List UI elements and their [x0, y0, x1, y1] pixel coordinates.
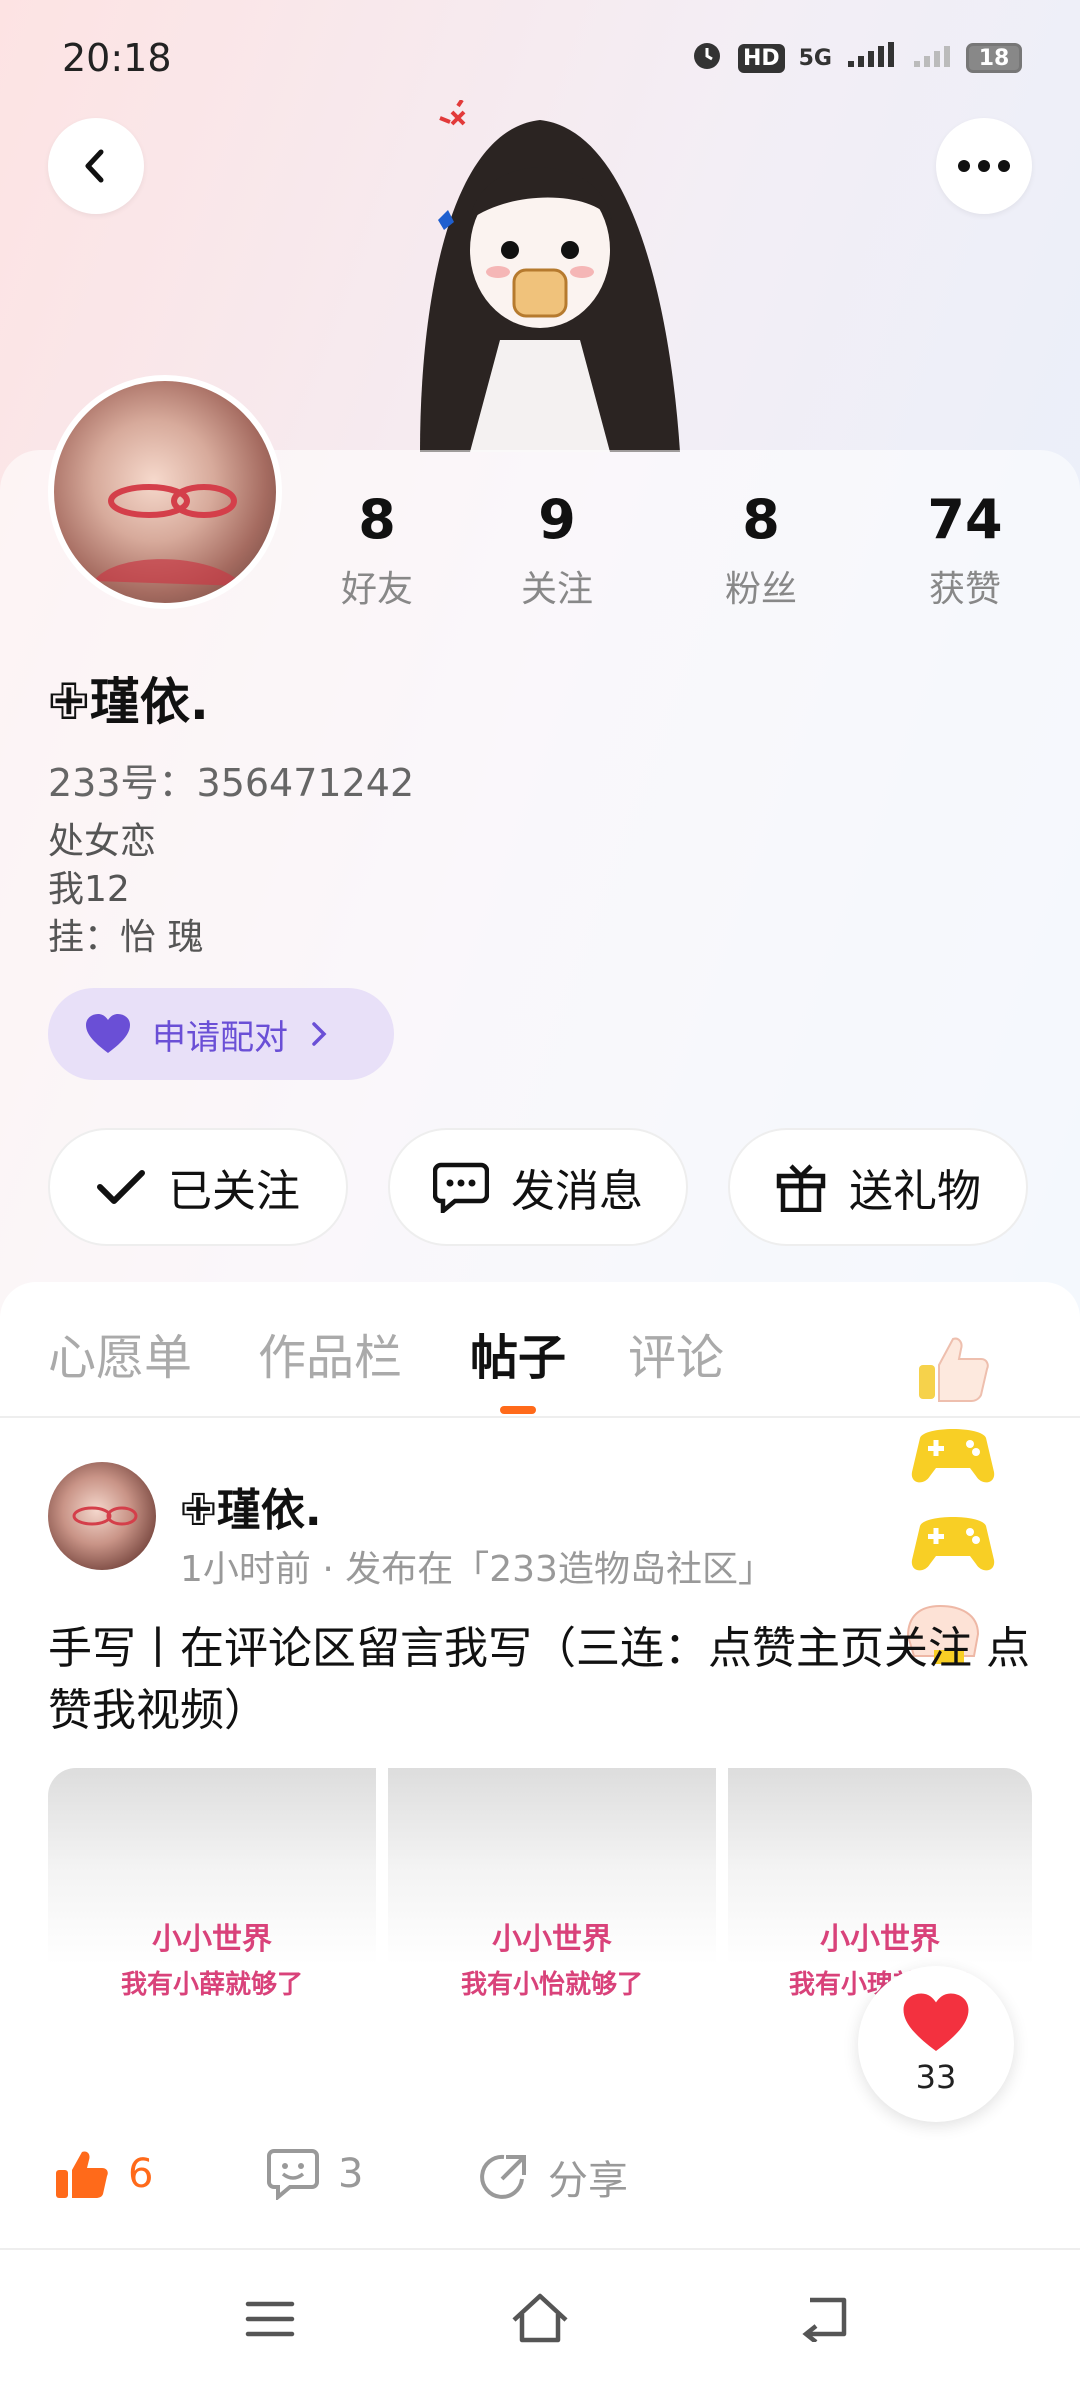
tab-indicator	[500, 1406, 536, 1414]
stat-following[interactable]: 9 关注	[477, 488, 637, 612]
thumbs-up-icon	[919, 1337, 989, 1402]
profile-name: ✙瑾依.	[48, 673, 209, 731]
gift-label: 送礼物	[849, 1166, 981, 1217]
post-share-label: 分享	[548, 2158, 628, 2204]
signal2-icon	[912, 41, 952, 75]
chevron-right-icon	[312, 1022, 327, 1046]
gamepad-sticker[interactable]	[908, 1498, 998, 1588]
heart-icon	[86, 1014, 130, 1053]
gamepad-icon	[911, 1429, 995, 1483]
message-label: 发消息	[511, 1166, 643, 1217]
network-label: 5G	[798, 45, 832, 71]
match-button[interactable]: 申请配对	[48, 988, 394, 1080]
follow-button[interactable]: 已关注	[48, 1128, 348, 1246]
stat-fans-count: 8	[742, 488, 780, 551]
post-author-avatar[interactable]	[48, 1462, 156, 1570]
home-button[interactable]	[510, 2292, 570, 2348]
heart-icon	[903, 1993, 969, 2052]
image-caption: 我有小怡就够了	[460, 1969, 643, 2000]
system-navbar	[0, 2250, 1080, 2400]
thumbs-up-sticker[interactable]	[908, 1322, 998, 1412]
stat-friends[interactable]: 8 好友	[297, 488, 457, 612]
gamepad-sticker[interactable]	[908, 1410, 998, 1500]
post-avatar-image	[72, 1506, 138, 1526]
bio-line: 处女恋	[48, 821, 157, 862]
back-nav-icon	[802, 2297, 847, 2344]
post-comment-count: 3	[338, 2151, 364, 2197]
bio-line: 我12	[48, 869, 130, 910]
post-meta: 1小时前 · 发布在「233造物岛社区」	[180, 1549, 774, 1590]
image-caption: 我有小薛就够了	[120, 1969, 303, 2000]
floating-like-count: 33	[915, 2058, 957, 2096]
share-icon	[480, 2154, 526, 2199]
image-caption: 小小世界	[492, 1921, 612, 1957]
image-caption: 小小世界	[152, 1921, 272, 1957]
avatar-image	[94, 484, 244, 586]
post-like-button[interactable]: 6	[54, 2148, 153, 2200]
gift-icon	[776, 1164, 826, 1212]
post-share-button[interactable]: 分享	[478, 2148, 628, 2206]
post-author-name[interactable]: ✙瑾依.	[180, 1474, 322, 1538]
alarm-icon	[690, 38, 724, 78]
back-nav-button[interactable]	[800, 2294, 852, 2346]
comment-icon	[267, 2149, 319, 2200]
tab-comments[interactable]: 评论	[628, 1318, 724, 1388]
avatar[interactable]	[48, 375, 282, 609]
post-like-count: 6	[128, 2151, 154, 2197]
signal-icon	[846, 41, 898, 75]
check-icon	[97, 1170, 145, 1204]
chat-icon	[433, 1162, 489, 1213]
header-illustration	[420, 100, 680, 452]
follow-label: 已关注	[168, 1166, 300, 1217]
bio-line: 挂：怡 瑰	[48, 917, 204, 958]
post-text[interactable]: 手写丨在评论区留言我写（三连：点赞主页关注 点赞我视频）	[48, 1618, 1032, 1742]
floating-like-button[interactable]: 33	[858, 1966, 1014, 2122]
menu-button[interactable]	[244, 2298, 296, 2344]
tab-posts[interactable]: 帖子	[470, 1318, 566, 1388]
stat-likes-count: 74	[927, 488, 1003, 551]
stat-likes-label: 获赞	[928, 569, 1001, 610]
stat-fans[interactable]: 8 粉丝	[681, 488, 841, 612]
battery-icon: 18	[966, 43, 1022, 73]
post-image[interactable]: 小小世界 我有小薛就够了	[48, 1768, 376, 2096]
thumbs-up-icon	[56, 2151, 108, 2198]
stat-following-label: 关注	[520, 569, 593, 610]
stat-fans-label: 粉丝	[724, 569, 797, 610]
gift-button[interactable]: 送礼物	[728, 1128, 1028, 1246]
match-label: 申请配对	[152, 1017, 288, 1058]
status-icons: HD 5G 18	[690, 38, 1022, 78]
stat-friends-label: 好友	[340, 569, 413, 610]
more-button[interactable]	[936, 118, 1032, 214]
image-caption: 小小世界	[820, 1921, 940, 1957]
gamepad-icon	[911, 1517, 995, 1571]
back-button[interactable]	[48, 118, 144, 214]
chevron-left-icon	[85, 149, 104, 183]
home-icon	[512, 2293, 568, 2343]
stat-following-count: 9	[538, 488, 576, 551]
tab-works[interactable]: 作品栏	[258, 1318, 402, 1388]
hd-icon: HD	[737, 43, 785, 73]
menu-icon	[245, 2301, 295, 2337]
stat-likes[interactable]: 74 获赞	[885, 488, 1045, 612]
profile-uid: 233号：356471242	[48, 761, 415, 805]
more-dots-icon	[958, 160, 1010, 172]
message-button[interactable]: 发消息	[388, 1128, 688, 1246]
post-comment-button[interactable]: 3	[266, 2148, 363, 2200]
profile-bio: 处女恋 我12 挂：怡 瑰	[48, 818, 203, 962]
post-image[interactable]: 小小世界 我有小怡就够了	[388, 1768, 716, 2096]
tab-wishlist[interactable]: 心愿单	[48, 1318, 192, 1388]
stat-friends-count: 8	[358, 488, 396, 551]
status-time: 20:18	[62, 36, 172, 80]
